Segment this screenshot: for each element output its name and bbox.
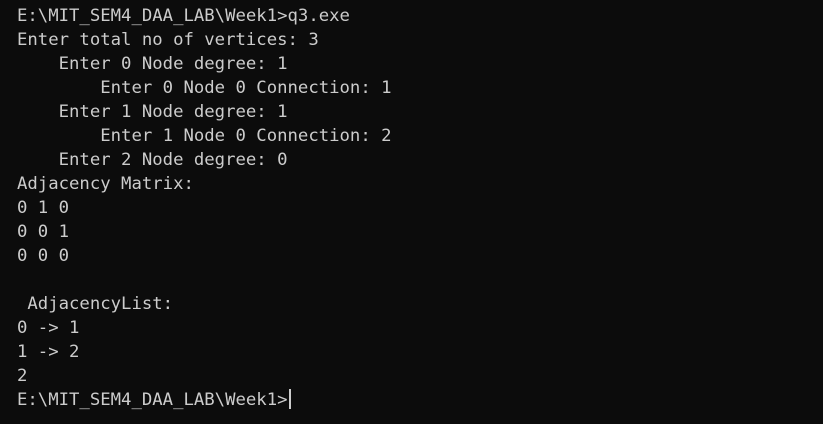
- prompt-text: E:\MIT_SEM4_DAA_LAB\Week1>: [17, 390, 288, 410]
- output-line-node2-degree: Enter 2 Node degree: 0: [17, 150, 288, 170]
- output-line-list-heading: AdjacencyList:: [17, 294, 174, 314]
- output-line-node0-connection: Enter 0 Node 0 Connection: 1: [17, 78, 392, 98]
- output-line-list-1: 1 -> 2: [17, 342, 80, 362]
- output-line-list-2: 2: [17, 366, 28, 386]
- output-line-node1-degree: Enter 1 Node degree: 1: [17, 102, 288, 122]
- output-line-blank: [17, 268, 823, 292]
- output-line-node0-degree: Enter 0 Node degree: 1: [17, 54, 288, 74]
- output-line-list-0: 0 -> 1: [17, 318, 80, 338]
- output-line-matrix-heading: Adjacency Matrix:: [17, 174, 194, 194]
- output-line-node1-connection: Enter 1 Node 0 Connection: 2: [17, 126, 392, 146]
- terminal-window[interactable]: E:\MIT_SEM4_DAA_LAB\Week1>q3.exe Enter t…: [0, 0, 823, 424]
- output-line-command: E:\MIT_SEM4_DAA_LAB\Week1>q3.exe: [17, 6, 350, 26]
- output-line-matrix-row-2: 0 0 0: [17, 246, 70, 266]
- text-cursor: [288, 389, 291, 409]
- output-line-matrix-row-0: 0 1 0: [17, 198, 70, 218]
- prompt-line[interactable]: E:\MIT_SEM4_DAA_LAB\Week1>: [17, 388, 823, 412]
- output-line-matrix-row-1: 0 0 1: [17, 222, 70, 242]
- output-line-vertices: Enter total no of vertices: 3: [17, 30, 319, 50]
